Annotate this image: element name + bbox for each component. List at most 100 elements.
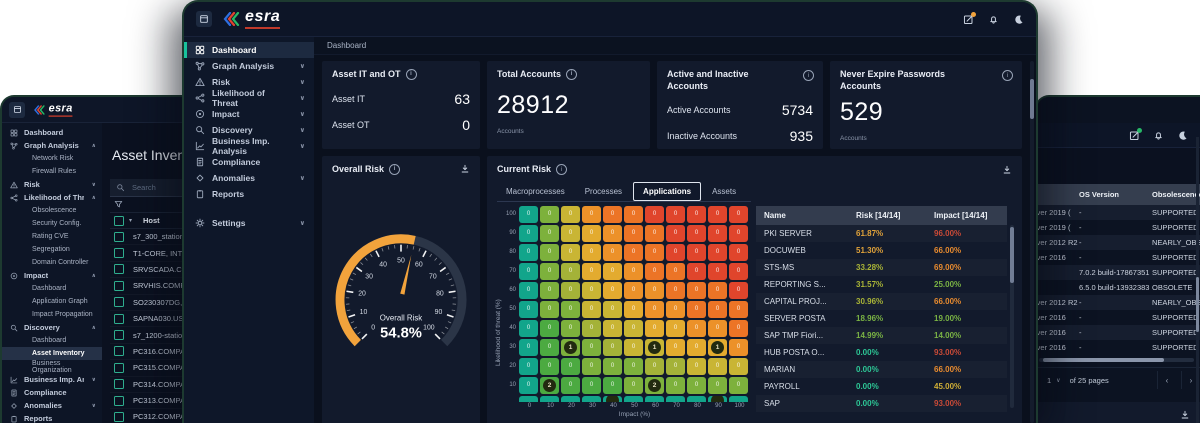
row-checkbox[interactable] bbox=[114, 412, 124, 422]
sidebar-item-risk[interactable]: Risk∨ bbox=[2, 178, 102, 191]
sidebar-subitem-dashboard[interactable]: Dashboard bbox=[2, 334, 102, 347]
sidebar-item-anomalies[interactable]: Anomalies∨ bbox=[2, 399, 102, 412]
table-row[interactable]: HUB POSTA O...0.00%93.00% bbox=[756, 344, 1007, 361]
sidebar-item-reports[interactable]: Reports bbox=[2, 412, 102, 423]
tab-processes[interactable]: Processes bbox=[576, 183, 631, 200]
sidebar-subitem-segregation[interactable]: Segregation bbox=[2, 243, 102, 256]
os-table-row[interactable]: Server 2016-SUPPORTED bbox=[1037, 340, 1200, 355]
info-icon[interactable]: i bbox=[1002, 70, 1013, 81]
row-checkbox[interactable] bbox=[114, 330, 124, 340]
os-table-row[interactable]: 6.5.0 build-13932383OBSOLETE bbox=[1037, 280, 1200, 295]
scrollbar-thumb[interactable] bbox=[1010, 227, 1014, 283]
os-table-row[interactable]: Server 2016-SUPPORTED bbox=[1037, 325, 1200, 340]
sidebar-item-anomalies[interactable]: Anomalies∨ bbox=[184, 170, 314, 186]
os-table-row[interactable]: Server 2016-SUPPORTED bbox=[1037, 310, 1200, 325]
filter-icon[interactable] bbox=[114, 200, 123, 209]
sidebar-item-business-imp-analysis[interactable]: Business Imp. Analysis∨ bbox=[184, 138, 314, 154]
row-checkbox[interactable] bbox=[114, 363, 124, 373]
info-icon[interactable]: i bbox=[406, 69, 417, 80]
moon-icon[interactable] bbox=[1177, 130, 1188, 141]
table-row[interactable]: MARIAN0.00%66.00% bbox=[756, 361, 1007, 378]
sidebar-subitem-asset-inventory[interactable]: Asset Inventory bbox=[2, 347, 102, 360]
sidebar-subitem-domain-controller[interactable]: Domain Controller bbox=[2, 256, 102, 269]
row-checkbox[interactable] bbox=[114, 396, 124, 406]
table-row[interactable]: PAYROLL0.00%45.00% bbox=[756, 378, 1007, 395]
row-checkbox[interactable] bbox=[114, 281, 124, 291]
sidebar-item-impact[interactable]: Impact∨ bbox=[184, 106, 314, 122]
download-icon[interactable] bbox=[460, 164, 470, 174]
sidebar-item-dashboard[interactable]: Dashboard bbox=[184, 42, 314, 58]
bell-icon[interactable] bbox=[1153, 130, 1164, 141]
sidebar-item-dashboard[interactable]: Dashboard bbox=[2, 126, 102, 139]
info-icon[interactable]: i bbox=[566, 69, 577, 80]
table-scrollbar[interactable] bbox=[1010, 225, 1014, 408]
info-icon[interactable]: i bbox=[556, 164, 567, 175]
os-table-row[interactable]: Server 2019 (-SUPPORTED bbox=[1037, 220, 1200, 235]
sidebar-item-graph-analysis[interactable]: Graph Analysis∨ bbox=[184, 58, 314, 74]
sidebar-subitem-impact-propagation[interactable]: Impact Propagation bbox=[2, 308, 102, 321]
table-row[interactable]: SERVER POSTA18.96%19.00% bbox=[756, 310, 1007, 327]
sidebar-subitem-obsolescence[interactable]: Obsolescence bbox=[2, 204, 102, 217]
os-table-row[interactable]: Server 2019 (-SUPPORTED bbox=[1037, 205, 1200, 220]
app-switcher-icon[interactable] bbox=[9, 102, 25, 118]
sidebar-item-compliance[interactable]: Compliance bbox=[184, 154, 314, 170]
sidebar-subitem-firewall-rules[interactable]: Firewall Rules bbox=[2, 165, 102, 178]
info-icon[interactable]: i bbox=[389, 164, 400, 175]
sidebar-item-likelihood-of-threat[interactable]: Likelihood of Threat∨ bbox=[184, 90, 314, 106]
moon-icon[interactable] bbox=[1013, 14, 1024, 25]
os-table-row[interactable]: 7.0.2 build-17867351SUPPORTED bbox=[1037, 265, 1200, 280]
prev-page-button[interactable]: ‹ bbox=[1157, 371, 1176, 389]
chevron-down-icon[interactable]: ∨ bbox=[1056, 377, 1060, 384]
scrollbar-thumb[interactable] bbox=[1030, 79, 1034, 119]
table-row[interactable]: SAP0.00%93.00% bbox=[756, 395, 1007, 412]
download-icon[interactable] bbox=[1002, 165, 1012, 175]
sidebar-item-compliance[interactable]: Compliance bbox=[2, 386, 102, 399]
table-row[interactable]: CAPITAL PROJ...30.96%66.00% bbox=[756, 293, 1007, 310]
table-row[interactable]: SAP TMP Fiori...14.99%14.00% bbox=[756, 327, 1007, 344]
download-icon[interactable] bbox=[1180, 410, 1190, 420]
sidebar-subitem-rating-cve[interactable]: Rating CVE bbox=[2, 230, 102, 243]
edit-badge-icon[interactable] bbox=[1129, 130, 1140, 141]
sidebar-item-likelihood-of-threat[interactable]: Likelihood of Threat∧ bbox=[2, 191, 102, 204]
page-number[interactable]: 1 bbox=[1047, 376, 1051, 385]
row-checkbox[interactable] bbox=[114, 379, 124, 389]
row-checkbox[interactable] bbox=[114, 314, 124, 324]
sidebar-item-reports[interactable]: Reports bbox=[184, 186, 314, 202]
scrollbar-thumb[interactable] bbox=[1043, 358, 1164, 362]
vertical-scrollbar[interactable] bbox=[1196, 137, 1199, 423]
chevron-down-icon[interactable]: ▾ bbox=[129, 217, 132, 224]
info-icon[interactable]: i bbox=[803, 70, 814, 81]
sidebar-item-impact[interactable]: Impact∧ bbox=[2, 269, 102, 282]
row-checkbox[interactable] bbox=[114, 297, 124, 307]
sidebar-subitem-application-graph[interactable]: Application Graph bbox=[2, 295, 102, 308]
select-all-checkbox[interactable] bbox=[114, 216, 124, 226]
tab-applications[interactable]: Applications bbox=[633, 182, 701, 201]
horizontal-scrollbar[interactable] bbox=[1039, 358, 1194, 362]
app-switcher-icon[interactable] bbox=[196, 11, 212, 27]
sidebar-subitem-security-config-[interactable]: Security Config. bbox=[2, 217, 102, 230]
table-row[interactable]: DOCUWEB51.30%66.00% bbox=[756, 242, 1007, 259]
tab-assets[interactable]: Assets bbox=[703, 183, 745, 200]
edit-badge-icon[interactable] bbox=[963, 14, 974, 25]
scrollbar-thumb[interactable] bbox=[1196, 277, 1199, 332]
sidebar-item-discovery[interactable]: Discovery∧ bbox=[2, 321, 102, 334]
os-table-row[interactable]: Server 2012 R2-NEARLY_OBSO bbox=[1037, 235, 1200, 250]
sidebar-subitem-business-organization[interactable]: Business Organization bbox=[2, 360, 102, 373]
sidebar-item-settings[interactable]: Settings∨ bbox=[184, 215, 314, 231]
os-table-row[interactable]: Server 2012 R2-NEARLY_OBSO bbox=[1037, 295, 1200, 310]
row-checkbox[interactable] bbox=[114, 232, 124, 242]
table-row[interactable]: REPORTING S...31.57%25.00% bbox=[756, 276, 1007, 293]
sidebar-subitem-dashboard[interactable]: Dashboard bbox=[2, 282, 102, 295]
table-row[interactable]: STS-MS33.28%69.00% bbox=[756, 259, 1007, 276]
row-checkbox[interactable] bbox=[114, 248, 124, 258]
row-checkbox[interactable] bbox=[114, 264, 124, 274]
table-row[interactable]: PKI SERVER61.87%96.00% bbox=[756, 225, 1007, 242]
sidebar-subitem-network-risk[interactable]: Network Risk bbox=[2, 152, 102, 165]
os-table-row[interactable]: Server 2016-SUPPORTED bbox=[1037, 250, 1200, 265]
tab-macroprocesses[interactable]: Macroprocesses bbox=[497, 183, 574, 200]
vertical-scrollbar[interactable] bbox=[1030, 61, 1034, 423]
bell-icon[interactable] bbox=[988, 14, 999, 25]
row-checkbox[interactable] bbox=[114, 346, 124, 356]
sidebar-item-graph-analysis[interactable]: Graph Analysis∧ bbox=[2, 139, 102, 152]
sidebar-item-business-imp-analysis[interactable]: Business Imp. Analysis∨ bbox=[2, 373, 102, 386]
